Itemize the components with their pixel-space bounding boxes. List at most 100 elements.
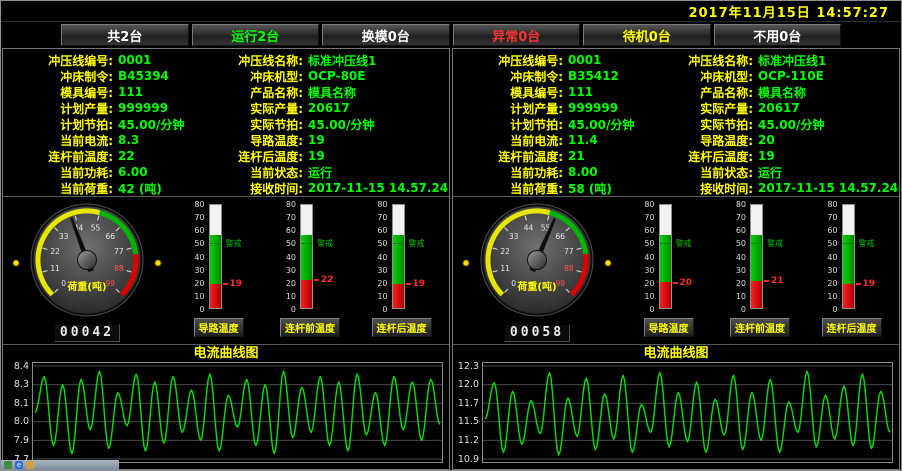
info-label: 计划产量: <box>453 100 563 117</box>
thermometer-scale-value: 40 <box>808 253 838 262</box>
gauge-tick-label: 99 <box>106 279 116 288</box>
chart-y-axis: 8.48.38.18.07.97.7 <box>5 362 32 463</box>
info-value: 11.4 <box>568 133 598 147</box>
browser-icon[interactable]: e <box>15 461 23 469</box>
machine-panel-2: 冲压线编号:0001冲床制令:B35412模具编号:111计划产量:999999… <box>452 48 900 470</box>
gauge-hub <box>528 251 547 270</box>
thermometer-tube <box>842 204 855 309</box>
status-item-5[interactable]: 待机0台 <box>583 24 711 46</box>
waveform-svg <box>33 363 442 462</box>
info-value: 20617 <box>758 101 800 115</box>
title-bar: 2017年11月15日 14:57:27 <box>1 1 901 22</box>
info-value: 20 <box>758 133 775 147</box>
gauge-tick-label: 33 <box>509 232 519 241</box>
y-axis-label: 8.4 <box>14 361 29 372</box>
value-marker <box>314 279 319 281</box>
chart-y-axis: 12.312.011.711.511.210.9 <box>455 362 482 463</box>
status-item-6[interactable]: 不用0台 <box>714 24 842 46</box>
warning-label: 警戒 <box>859 238 875 249</box>
info-value: 42 (吨) <box>118 180 162 197</box>
warning-threshold-line <box>210 243 221 244</box>
info-value: 111 <box>118 85 143 99</box>
info-row: 当前功耗:6.00 <box>3 164 217 180</box>
status-item-4[interactable]: 异常0台 <box>453 24 581 46</box>
info-row: 接收时间:2017-11-15 14.57.24 <box>667 180 899 196</box>
thermometer: 80706050403020100警戒20导路温度 <box>625 202 713 344</box>
info-row: 当前状态:运行 <box>217 164 449 180</box>
gauge-hub <box>78 251 97 270</box>
thermometer: 80706050403020100警戒19连杆后温度 <box>358 202 446 344</box>
info-label: 连杆前温度: <box>453 148 563 165</box>
load-gauge: 0112233445566778899荷重(吨) 00058 <box>453 197 621 344</box>
y-axis-label: 11.5 <box>458 416 479 427</box>
info-label: 当前功耗: <box>3 164 113 181</box>
info-row: 实际产量:20617 <box>217 100 449 116</box>
thermometer-value-fill <box>751 281 762 308</box>
gauge-digital-readout: 00058 <box>504 324 570 342</box>
info-value: 8.00 <box>568 165 598 179</box>
status-item-3[interactable]: 换模0台 <box>322 24 450 46</box>
info-row: 冲床制令:B45394 <box>3 68 217 84</box>
start-icon[interactable] <box>4 461 12 469</box>
gauge-digital-readout: 00042 <box>54 324 120 342</box>
info-row: 计划产量:999999 <box>3 100 217 116</box>
taskbar-fragment: e <box>1 460 119 470</box>
info-label: 当前状态: <box>667 164 753 181</box>
info-label: 当前状态: <box>217 164 303 181</box>
thermometer-scale-value: 60 <box>808 226 838 235</box>
thermometer-name: 连杆前温度 <box>730 318 790 337</box>
thermometer-scale-value: 20 <box>175 279 205 288</box>
info-value: 20617 <box>308 101 350 115</box>
thermometer-scale-value: 20 <box>266 279 296 288</box>
y-axis-label: 11.2 <box>458 435 479 446</box>
thermometer-name: 连杆前温度 <box>280 318 340 337</box>
info-label: 冲压线编号: <box>453 52 563 69</box>
warning-label: 警戒 <box>409 238 425 249</box>
warning-threshold-line <box>751 243 762 244</box>
folder-icon[interactable] <box>26 461 34 469</box>
gauge-tick-label: 66 <box>556 232 566 241</box>
gauge-tick-label: 88 <box>114 264 124 273</box>
thermometer-scale-value: 40 <box>358 253 388 262</box>
info-value: 45.00/分钟 <box>758 116 824 133</box>
chart-plot <box>482 362 893 463</box>
info-label: 产品名称: <box>217 84 303 101</box>
warning-threshold-line <box>660 243 671 244</box>
thermometer: 80706050403020100警戒19连杆后温度 <box>808 202 896 344</box>
thermometer: 80706050403020100警戒21连杆前温度 <box>716 202 804 344</box>
gauge-tick-label: 99 <box>556 279 566 288</box>
info-value: 58 (吨) <box>568 180 612 197</box>
current-waveform <box>485 371 890 455</box>
current-chart-section: 电流曲线图 12.312.011.711.511.210.9 <box>453 345 899 469</box>
thermometer-scale-value: 50 <box>625 239 655 248</box>
thermometer-scale-value: 10 <box>358 292 388 301</box>
thermometer-normal-zone <box>301 235 312 280</box>
gauge-section: 0112233445566778899荷重(吨) 00042 807060504… <box>3 197 449 345</box>
y-axis-label: 8.3 <box>14 379 29 390</box>
status-item-1[interactable]: 共2台 <box>61 24 189 46</box>
thermometer-scale-value: 10 <box>266 292 296 301</box>
thermometer-name: 导路温度 <box>644 318 694 337</box>
warning-threshold-line <box>301 243 312 244</box>
machine-panel-1: 冲压线编号:0001冲床制令:B45394模具编号:111计划产量:999999… <box>2 48 450 470</box>
info-value: 0001 <box>568 53 601 67</box>
indicator-led-left-icon <box>463 260 469 266</box>
thermometer-value: 19 <box>863 279 876 289</box>
gauge-tick-label: 33 <box>59 232 69 241</box>
thermometer-scale-value: 70 <box>175 213 205 222</box>
info-value: 标准冲压线1 <box>758 52 826 69</box>
thermometer-body: 80706050403020100警戒19 <box>808 202 896 314</box>
y-axis-label: 12.3 <box>458 361 479 372</box>
status-item-2[interactable]: 运行2台 <box>192 24 320 46</box>
info-label: 计划节拍: <box>3 116 113 133</box>
thermometer-scale-value: 30 <box>808 266 838 275</box>
thermometer-scale-value: 70 <box>716 213 746 222</box>
status-bar: 共2台运行2台换模0台异常0台待机0台不用0台 <box>1 22 901 48</box>
info-row: 接收时间:2017-11-15 14.57.24 <box>217 180 449 196</box>
thermometer-name: 连杆后温度 <box>372 318 432 337</box>
thermometer-scale-value: 80 <box>175 200 205 209</box>
info-row: 实际产量:20617 <box>667 100 899 116</box>
info-row: 连杆后温度:19 <box>667 148 899 164</box>
gauge-tick-label: 0 <box>61 279 66 288</box>
info-value: 111 <box>568 85 593 99</box>
